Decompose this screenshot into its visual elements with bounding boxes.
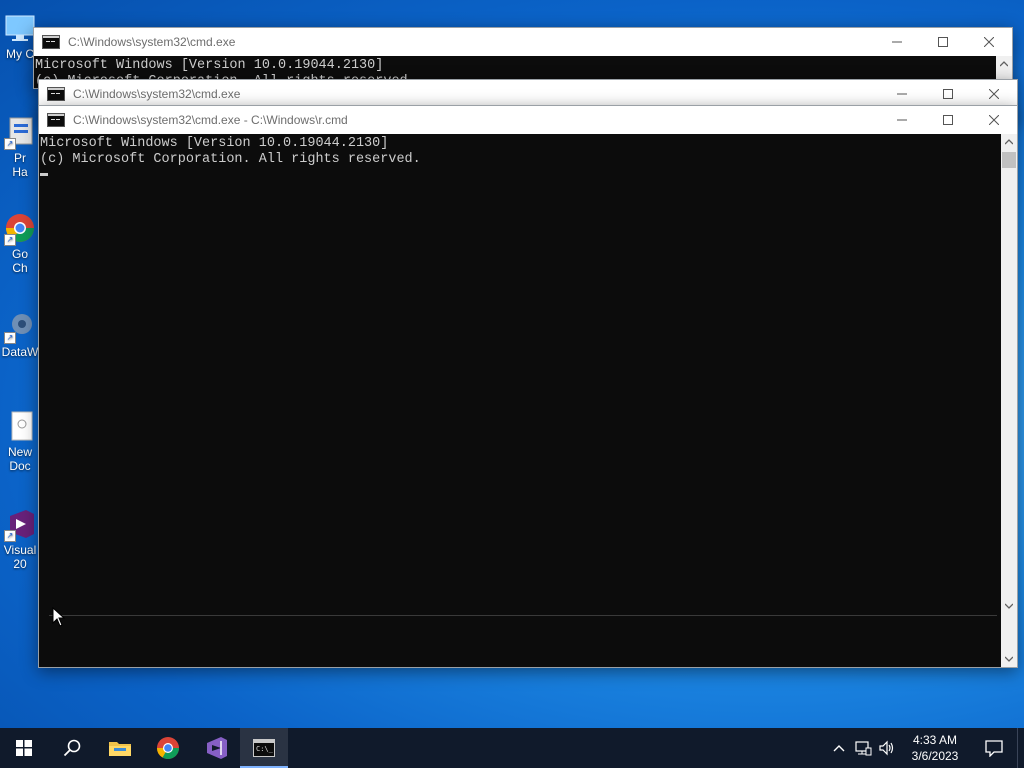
window-title: C:\Windows\system32\cmd.exe [68, 35, 236, 49]
maximize-button[interactable] [920, 28, 966, 56]
clock-date: 3/6/2023 [911, 749, 959, 763]
action-center-button[interactable] [971, 728, 1017, 768]
volume-icon [879, 740, 894, 756]
volume-button[interactable] [875, 728, 899, 768]
text-cursor [40, 172, 48, 176]
desktop-icon-datawatch[interactable]: ↗ DataW [0, 310, 40, 359]
chrome-icon: ↗ [4, 212, 36, 246]
taskbar-visual-studio[interactable] [192, 728, 240, 768]
window-title: C:\Windows\system32\cmd.exe - C:\Windows… [73, 113, 348, 127]
cmd-icon [47, 113, 65, 127]
vertical-scrollbar[interactable] [1001, 134, 1017, 667]
console-line: (c) Microsoft Corporation. All rights re… [40, 152, 421, 167]
close-button[interactable] [971, 80, 1017, 108]
desktop-icon-label: DataW [1, 345, 39, 359]
cmd-window-front[interactable]: C:\Windows\system32\cmd.exe - C:\Windows… [38, 105, 1018, 668]
visual-studio-icon: ↗ [4, 508, 36, 542]
shortcut-arrow-icon: ↗ [4, 234, 16, 246]
console-line: Microsoft Windows [Version 10.0.19044.21… [35, 58, 384, 73]
scroll-down-arrow-icon[interactable] [1001, 598, 1017, 614]
show-hidden-icons-button[interactable] [827, 728, 851, 768]
taskbar-clock[interactable]: 4:33 AM 3/6/2023 [905, 732, 965, 764]
console-prompt-line [40, 168, 1001, 184]
svg-text:C:\_: C:\_ [256, 745, 274, 753]
window-title: C:\Windows\system32\cmd.exe [73, 87, 241, 101]
cmd-icon: C:\_ [253, 739, 275, 757]
desktop-icon-google-chrome[interactable]: ↗ Go Ch [0, 212, 40, 275]
search-icon [63, 739, 81, 757]
mouse-cursor-icon [52, 606, 66, 632]
process-hacker-icon: ↗ [4, 116, 36, 150]
clock-time: 4:33 AM [912, 733, 958, 747]
network-button[interactable] [851, 728, 875, 768]
desktop-icon-label: Go Ch [11, 247, 28, 275]
console-line: Microsoft Windows [Version 10.0.19044.21… [40, 136, 389, 151]
show-desktop-button[interactable] [1017, 728, 1024, 768]
taskbar-file-explorer[interactable] [96, 728, 144, 768]
taskbar-command-prompt[interactable]: C:\_ [240, 728, 288, 768]
system-tray: 4:33 AM 3/6/2023 [827, 728, 1024, 768]
desktop-icon-label: New Doc [7, 445, 32, 473]
shortcut-arrow-icon: ↗ [4, 530, 16, 542]
minimize-button[interactable] [879, 80, 925, 108]
taskbar-chrome[interactable] [144, 728, 192, 768]
start-icon [16, 740, 32, 756]
desktop-icon-process-hacker[interactable]: ↗ Pr Ha [0, 116, 40, 179]
desktop-icon-visual-studio[interactable]: ↗ Visual 20 [0, 508, 40, 571]
folder-icon [109, 742, 131, 756]
maximize-button[interactable] [925, 106, 971, 134]
start-button[interactable] [0, 728, 48, 768]
shortcut-arrow-icon: ↗ [4, 332, 16, 344]
scrollbar-thumb[interactable] [1002, 152, 1016, 168]
scroll-down-arrow-icon[interactable] [1001, 651, 1017, 667]
shortcut-arrow-icon: ↗ [4, 138, 16, 150]
network-icon [855, 741, 872, 756]
title-bar[interactable]: C:\Windows\system32\cmd.exe - C:\Windows… [39, 106, 1017, 134]
chrome-icon [157, 737, 179, 759]
cmd-icon [47, 87, 65, 101]
maximize-button[interactable] [925, 80, 971, 108]
document-icon [4, 410, 36, 442]
console-divider [49, 615, 997, 616]
visual-studio-icon [207, 737, 227, 759]
monitor-icon [4, 12, 36, 44]
notification-icon [985, 740, 1003, 757]
scroll-up-arrow-icon[interactable] [1001, 134, 1017, 150]
minimize-button[interactable] [879, 106, 925, 134]
close-button[interactable] [971, 106, 1017, 134]
cmd-icon [42, 35, 60, 49]
gear-icon: ↗ [4, 310, 36, 344]
console-output[interactable]: Microsoft Windows [Version 10.0.19044.21… [39, 134, 1001, 667]
chevron-up-icon [833, 745, 845, 752]
desktop-icon-new-document[interactable]: New Doc [0, 410, 40, 473]
scroll-up-arrow-icon[interactable] [996, 56, 1012, 72]
search-button[interactable] [48, 728, 96, 768]
taskbar: C:\_ 4:33 AM 3/6/2023 [0, 728, 1024, 768]
close-button[interactable] [966, 28, 1012, 56]
title-bar[interactable]: C:\Windows\system32\cmd.exe [39, 80, 1017, 108]
desktop-icon-label: Pr Ha [12, 151, 28, 179]
title-bar[interactable]: C:\Windows\system32\cmd.exe [34, 28, 1012, 56]
minimize-button[interactable] [874, 28, 920, 56]
desktop-icon-label: Visual 20 [3, 543, 37, 571]
